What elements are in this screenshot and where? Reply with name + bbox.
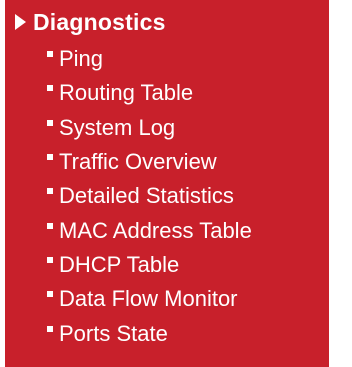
menu-item-routing-table[interactable]: Routing Table <box>5 76 252 110</box>
menu-item-label: Routing Table <box>59 80 194 106</box>
menu-item-label: Traffic Overview <box>59 149 217 175</box>
menu-item-label: Detailed Statistics <box>59 183 234 209</box>
menu-item-label: DHCP Table <box>59 251 180 277</box>
menu-item-dhcp-table[interactable]: DHCP Table <box>5 248 252 282</box>
menu-item-system-log[interactable]: System Log <box>5 111 252 145</box>
square-bullet-icon <box>47 51 53 58</box>
square-bullet-icon <box>47 154 53 161</box>
menu-item-label: Ports State <box>59 320 168 346</box>
menu-item-ports-state[interactable]: Ports State <box>5 316 252 350</box>
menu-item-data-flow-monitor[interactable]: Data Flow Monitor <box>5 282 252 316</box>
menu-item-label: Ping <box>59 46 104 72</box>
square-bullet-icon <box>47 325 53 332</box>
menu-item-label: MAC Address Table <box>59 217 252 243</box>
menu-list: Ping Routing Table System Log Traffic Ov… <box>5 42 252 351</box>
triangle-right-icon <box>15 14 26 30</box>
square-bullet-icon <box>47 222 53 229</box>
square-bullet-icon <box>47 256 53 263</box>
square-bullet-icon <box>47 119 53 126</box>
diagnostics-header[interactable]: Diagnostics <box>5 2 166 42</box>
square-bullet-icon <box>47 85 53 92</box>
menu-item-traffic-overview[interactable]: Traffic Overview <box>5 145 252 179</box>
square-bullet-icon <box>47 188 53 195</box>
menu-item-label: System Log <box>59 114 176 140</box>
menu-item-detailed-statistics[interactable]: Detailed Statistics <box>5 179 252 213</box>
square-bullet-icon <box>47 291 53 298</box>
diagnostics-menu: Diagnostics Ping Routing Table System Lo… <box>5 0 329 367</box>
menu-item-label: Data Flow Monitor <box>59 286 238 312</box>
menu-item-ping[interactable]: Ping <box>5 42 252 76</box>
menu-title: Diagnostics <box>33 8 166 35</box>
menu-item-mac-address-table[interactable]: MAC Address Table <box>5 213 252 247</box>
